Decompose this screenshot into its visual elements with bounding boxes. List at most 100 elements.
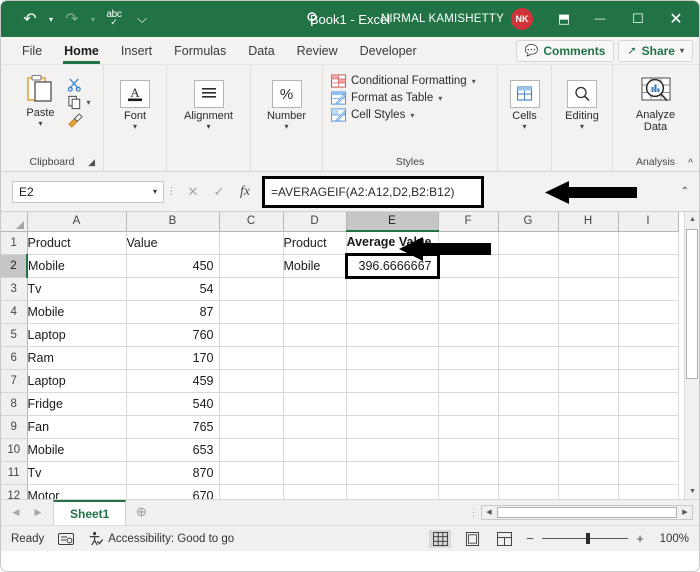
row-header-4[interactable]: 4 bbox=[1, 300, 28, 324]
column-header-i[interactable]: I bbox=[618, 212, 679, 232]
tab-developer[interactable]: Developer bbox=[349, 37, 428, 65]
paste-chevron-down-icon[interactable]: ▾ bbox=[38, 119, 42, 128]
tab-home[interactable]: Home bbox=[53, 37, 110, 65]
page-layout-icon[interactable] bbox=[461, 530, 483, 548]
scroll-right-icon[interactable]: ▶ bbox=[678, 508, 692, 516]
cell-g11[interactable] bbox=[498, 461, 559, 485]
column-header-b[interactable]: B bbox=[126, 212, 220, 232]
cell-e2[interactable]: 396.6666667 bbox=[344, 252, 440, 279]
row-header-11[interactable]: 11 bbox=[1, 461, 28, 485]
avatar[interactable]: NK bbox=[511, 8, 533, 30]
cell-b8[interactable]: 540 bbox=[126, 392, 220, 416]
cell-i12[interactable] bbox=[618, 484, 679, 499]
cell-e9[interactable] bbox=[346, 415, 439, 439]
cell-e5[interactable] bbox=[346, 323, 439, 347]
cell-f1[interactable] bbox=[438, 231, 499, 255]
cell-e12[interactable] bbox=[346, 484, 439, 499]
cell-a12[interactable]: Motor bbox=[27, 484, 127, 499]
cell-i1[interactable] bbox=[618, 231, 679, 255]
cell-c7[interactable] bbox=[219, 369, 284, 393]
tab-file[interactable]: File bbox=[11, 37, 53, 65]
cell-b9[interactable]: 765 bbox=[126, 415, 220, 439]
cell-d7[interactable] bbox=[283, 369, 347, 393]
number-chevron-down-icon[interactable]: ▾ bbox=[284, 122, 288, 131]
cell-c3[interactable] bbox=[219, 277, 284, 301]
select-all-corner[interactable] bbox=[1, 212, 28, 232]
alignment-chevron-down-icon[interactable]: ▾ bbox=[206, 122, 210, 131]
cell-e8[interactable] bbox=[346, 392, 439, 416]
cell-a1[interactable]: Product bbox=[27, 231, 127, 255]
format-painter-button[interactable] bbox=[67, 113, 90, 128]
comments-button[interactable]: 💬 Comments bbox=[515, 39, 615, 62]
cell-h12[interactable] bbox=[558, 484, 619, 499]
row-header-8[interactable]: 8 bbox=[1, 392, 28, 416]
scroll-split-handle[interactable]: ⋮ bbox=[467, 507, 481, 518]
cell-g2[interactable] bbox=[498, 254, 559, 278]
cell-g4[interactable] bbox=[498, 300, 559, 324]
column-header-h[interactable]: H bbox=[558, 212, 619, 232]
cell-g3[interactable] bbox=[498, 277, 559, 301]
conditional-formatting-button[interactable]: Conditional Formatting ▾ bbox=[331, 74, 476, 88]
cell-d2[interactable]: Mobile bbox=[283, 254, 347, 278]
scroll-left-icon[interactable]: ◀ bbox=[482, 508, 496, 516]
cell-e1[interactable]: Average Value bbox=[346, 231, 439, 255]
cell-d6[interactable] bbox=[283, 346, 347, 370]
search-icon[interactable]: ⚲ bbox=[306, 9, 318, 29]
cell-i11[interactable] bbox=[618, 461, 679, 485]
cell-c1[interactable] bbox=[219, 231, 284, 255]
collapse-ribbon-icon[interactable]: ^ bbox=[688, 158, 693, 169]
cell-i8[interactable] bbox=[618, 392, 679, 416]
cell-g1[interactable] bbox=[498, 231, 559, 255]
sheet-prev-icon[interactable]: ◀ bbox=[5, 507, 27, 518]
cell-b4[interactable]: 87 bbox=[126, 300, 220, 324]
sheet-next-icon[interactable]: ▶ bbox=[27, 507, 49, 518]
cell-a9[interactable]: Fan bbox=[27, 415, 127, 439]
row-header-3[interactable]: 3 bbox=[1, 277, 28, 301]
horizontal-scroll-thumb[interactable] bbox=[497, 506, 677, 518]
editing-chevron-down-icon[interactable]: ▾ bbox=[580, 122, 584, 131]
clipboard-dialog-launcher-icon[interactable]: ◢ bbox=[88, 157, 95, 168]
cell-h3[interactable] bbox=[558, 277, 619, 301]
cell-i10[interactable] bbox=[618, 438, 679, 462]
cell-g9[interactable] bbox=[498, 415, 559, 439]
tab-review[interactable]: Review bbox=[286, 37, 349, 65]
cell-a2[interactable]: Mobile bbox=[27, 254, 127, 278]
cell-e10[interactable] bbox=[346, 438, 439, 462]
record-macro-button[interactable] bbox=[58, 532, 75, 546]
cell-b11[interactable]: 870 bbox=[126, 461, 220, 485]
cell-g8[interactable] bbox=[498, 392, 559, 416]
cell-h8[interactable] bbox=[558, 392, 619, 416]
cell-i7[interactable] bbox=[618, 369, 679, 393]
sheet-tab-sheet1[interactable]: Sheet1 bbox=[53, 500, 127, 525]
cell-d9[interactable] bbox=[283, 415, 347, 439]
cell-c6[interactable] bbox=[219, 346, 284, 370]
cell-f8[interactable] bbox=[438, 392, 499, 416]
cell-b2[interactable]: 450 bbox=[126, 254, 220, 278]
tab-formulas[interactable]: Formulas bbox=[163, 37, 237, 65]
cell-f6[interactable] bbox=[438, 346, 499, 370]
cell-c5[interactable] bbox=[219, 323, 284, 347]
cell-a5[interactable]: Laptop bbox=[27, 323, 127, 347]
row-header-10[interactable]: 10 bbox=[1, 438, 28, 462]
cell-e11[interactable] bbox=[346, 461, 439, 485]
cell-c11[interactable] bbox=[219, 461, 284, 485]
cell-h7[interactable] bbox=[558, 369, 619, 393]
zoom-out-button[interactable]: − bbox=[525, 531, 535, 546]
copy-button[interactable]: ▾ bbox=[67, 95, 91, 110]
page-break-icon[interactable] bbox=[493, 530, 515, 548]
cancel-formula-icon[interactable]: ✕ bbox=[180, 180, 206, 204]
ribbon-display-options-icon[interactable]: ⬒ bbox=[547, 1, 581, 37]
cell-b10[interactable]: 653 bbox=[126, 438, 220, 462]
cell-h9[interactable] bbox=[558, 415, 619, 439]
accessibility-status[interactable]: Accessibility: Good to go bbox=[88, 531, 234, 546]
column-header-e[interactable]: E bbox=[346, 212, 439, 232]
cell-d12[interactable] bbox=[283, 484, 347, 499]
vertical-scroll-thumb[interactable] bbox=[686, 229, 698, 379]
cell-d8[interactable] bbox=[283, 392, 347, 416]
cell-b12[interactable]: 670 bbox=[126, 484, 220, 499]
cells-chevron-down-icon[interactable]: ▾ bbox=[522, 122, 526, 131]
tab-insert[interactable]: Insert bbox=[110, 37, 163, 65]
cell-a10[interactable]: Mobile bbox=[27, 438, 127, 462]
row-header-2[interactable]: 2 bbox=[1, 254, 28, 278]
expand-formula-bar-icon[interactable]: ⌃ bbox=[681, 186, 695, 197]
